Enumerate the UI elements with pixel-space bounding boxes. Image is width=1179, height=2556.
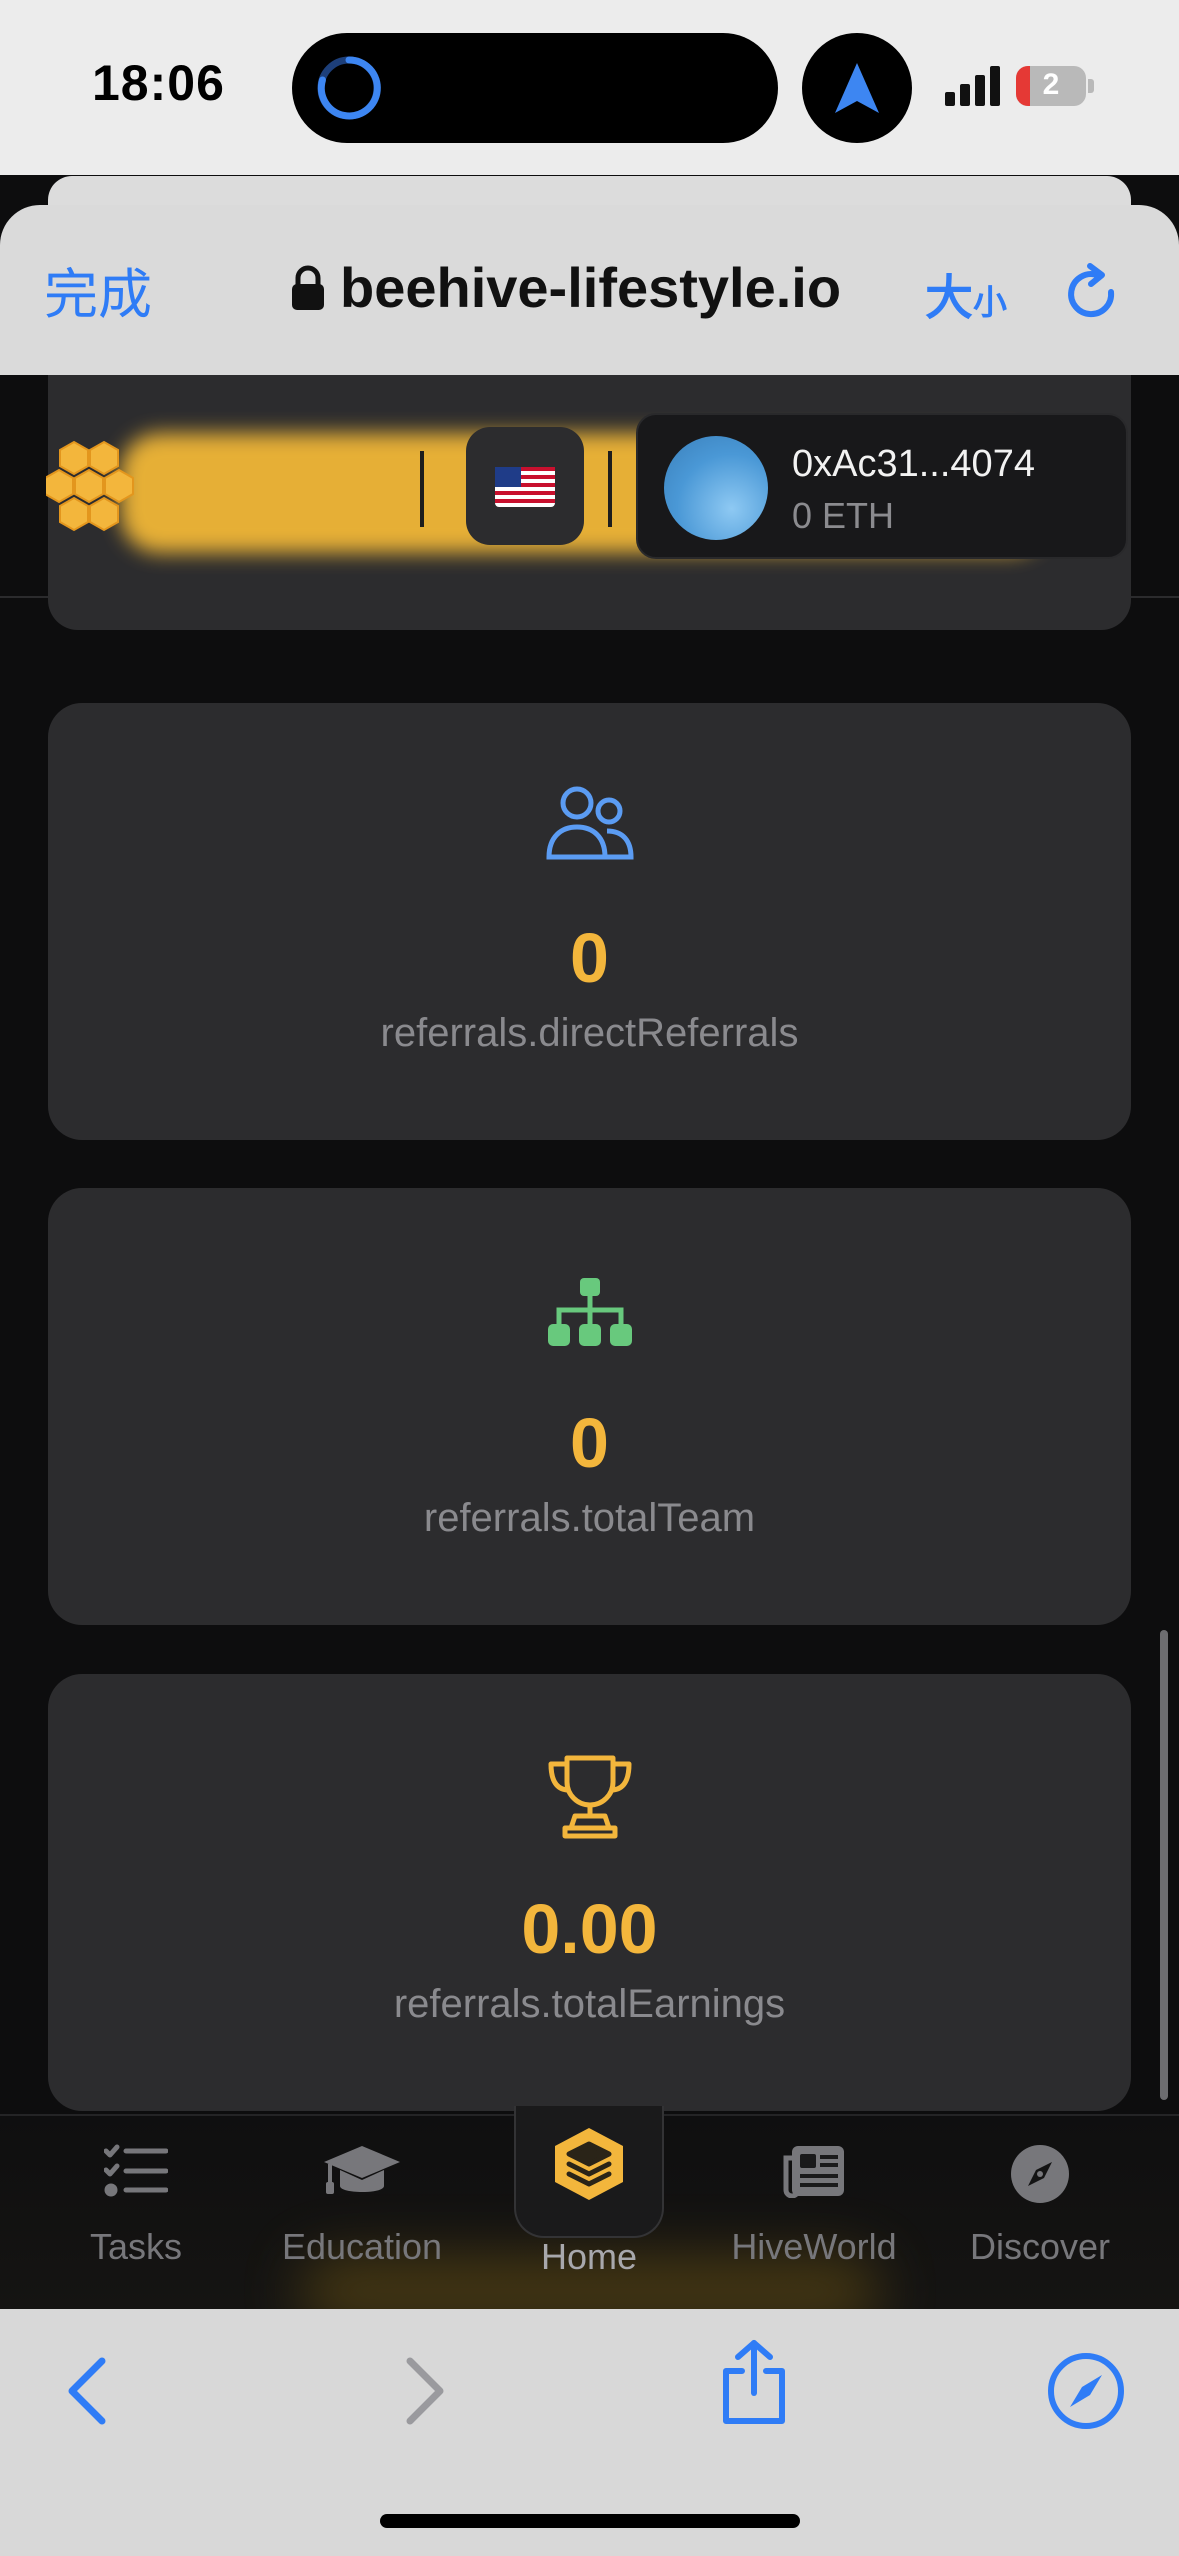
stat-card-direct-referrals: 0 referrals.directReferrals <box>48 703 1131 1140</box>
nav-education[interactable]: Education <box>262 2116 462 2311</box>
language-button[interactable] <box>466 427 584 545</box>
nav-tasks[interactable]: Tasks <box>36 2116 236 2311</box>
total-earnings-label: referrals.totalEarnings <box>393 1982 786 2026</box>
nav-home-label: Home <box>540 2236 638 2277</box>
users-icon <box>545 786 634 860</box>
status-time: 18:06 <box>92 55 225 111</box>
wallet-button[interactable]: 0xAc31...4074 0 ETH <box>636 413 1128 559</box>
us-flag-icon <box>495 467 555 507</box>
navigation-arrow-icon <box>835 63 879 113</box>
divider <box>420 451 424 527</box>
url-text: beehive-lifestyle.io <box>340 256 842 319</box>
forward-arrow-icon[interactable] <box>402 2355 450 2427</box>
org-chart-icon <box>547 1278 632 1346</box>
total-team-value: 0 <box>570 1404 609 1482</box>
status-bar: 18:06 2 <box>0 0 1179 175</box>
layers-hexagon-icon <box>555 2128 623 2200</box>
wallet-balance: 0 ETH <box>792 495 895 536</box>
text-size-big-label: 大 <box>925 272 974 325</box>
bottom-navigation: Tasks Education Home HiveWorld Discover <box>0 2106 1179 2326</box>
graduation-cap-icon <box>324 2146 400 2194</box>
battery-percent: 2 <box>1042 68 1060 101</box>
honeycomb-logo-icon[interactable] <box>46 440 146 536</box>
done-button[interactable]: 完成 <box>44 250 152 329</box>
home-indicator[interactable] <box>380 2514 800 2528</box>
stat-card-total-team: 0 referrals.totalTeam <box>48 1188 1131 1625</box>
tasks-icon <box>104 2144 168 2197</box>
reload-icon[interactable] <box>1064 262 1122 326</box>
trophy-icon <box>548 1755 631 1839</box>
wallet-avatar <box>664 436 768 540</box>
wallet-address: 0xAc31...4074 <box>792 443 1035 485</box>
back-arrow-icon[interactable] <box>62 2355 110 2427</box>
nav-discover-label: Discover <box>969 2226 1111 2267</box>
nav-home[interactable]: Home <box>489 2116 689 2311</box>
nav-education-label: Education <box>281 2226 443 2267</box>
share-icon[interactable] <box>718 2339 790 2427</box>
nav-discover[interactable]: Discover <box>940 2116 1140 2311</box>
location-indicator <box>802 33 912 143</box>
loading-ring-icon <box>317 56 381 120</box>
newspaper-icon <box>783 2146 844 2198</box>
app-header: 0xAc31...4074 0 ETH <box>0 375 1179 630</box>
stat-card-total-earnings: 0.00 referrals.totalEarnings <box>48 1674 1131 2111</box>
direct-referrals-value: 0 <box>570 919 609 997</box>
nav-hiveworld-label: HiveWorld <box>731 2226 897 2267</box>
divider <box>608 451 612 527</box>
url-display[interactable]: beehive-lifestyle.io <box>290 255 841 320</box>
total-earnings-value: 0.00 <box>521 1890 658 1968</box>
compass-browser-icon[interactable] <box>1046 2351 1126 2431</box>
direct-referrals-label: referrals.directReferrals <box>380 1011 799 1055</box>
scrollbar[interactable] <box>1160 1630 1168 2100</box>
battery-icon: 2 <box>1016 66 1094 106</box>
lock-icon <box>292 265 324 310</box>
text-size-small-label: 小 <box>973 284 1008 322</box>
nav-hiveworld[interactable]: HiveWorld <box>714 2116 914 2311</box>
total-team-label: referrals.totalTeam <box>423 1496 756 1540</box>
compass-icon <box>1011 2145 1069 2203</box>
nav-tasks-label: Tasks <box>89 2226 183 2267</box>
dynamic-island <box>292 33 778 143</box>
text-size-button[interactable]: 大小 <box>925 258 1007 328</box>
cellular-signal-icon <box>945 66 1000 106</box>
